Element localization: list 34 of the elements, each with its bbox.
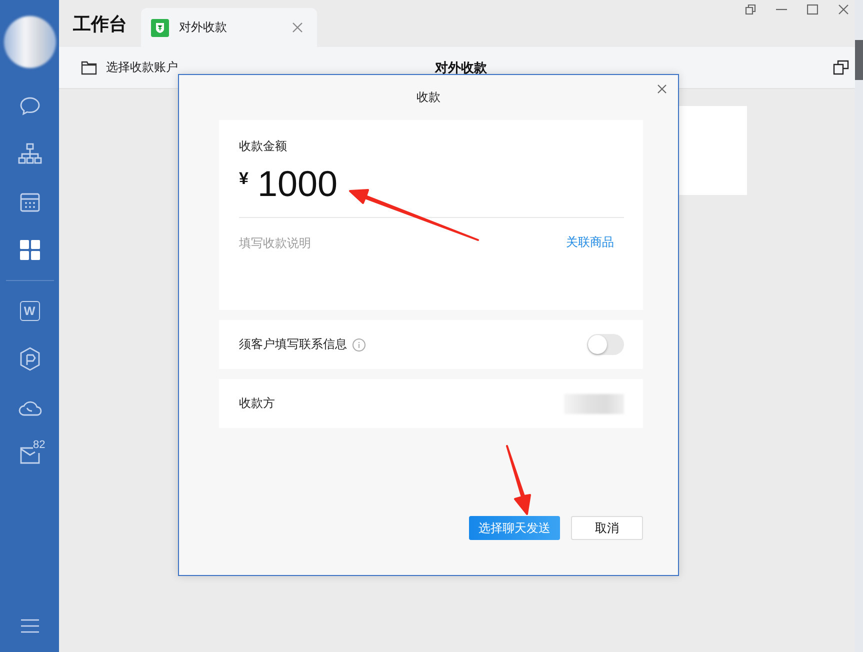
document-icon[interactable]: W [20,301,40,321]
hexagon-icon[interactable] [18,347,40,371]
cancel-button[interactable]: 取消 [571,516,643,540]
close-icon[interactable] [657,84,667,94]
chat-bubble-icon[interactable] [18,96,40,116]
toggle-switch[interactable] [587,334,624,355]
amount-label: 收款金额 [239,138,288,155]
payee-label: 收款方 [239,395,275,412]
dialog-title: 收款 [416,88,440,106]
amount-value[interactable]: 1000 [257,163,338,205]
avatar[interactable] [4,16,56,68]
annotation-arrow [506,445,531,515]
close-icon[interactable] [838,4,849,15]
restore-window-icon[interactable] [745,4,756,15]
redacted-value [564,394,624,414]
maximize-icon[interactable] [807,4,818,15]
unread-count: 82 [33,439,46,451]
app-grid-icon[interactable] [18,239,40,261]
tab[interactable]: 对外收款 [141,8,317,47]
calendar-icon[interactable] [18,191,40,213]
menu-icon[interactable] [20,619,38,633]
description-field[interactable]: 填写收款说明 [239,236,439,250]
close-icon[interactable] [292,22,303,33]
contact-info-label: 须客户填写联系信息 [239,336,347,353]
payment-icon [151,18,169,36]
workspace-title: 工作台 [72,12,128,36]
folder-icon [81,60,97,74]
select-account-button[interactable]: 选择收款账户 [81,59,178,76]
currency-symbol: ¥ [239,169,248,189]
popout-icon[interactable] [833,60,849,75]
link-products-link[interactable]: 关联商品 [566,234,614,251]
org-chart-icon[interactable] [18,143,42,165]
page-title: 对外收款 [435,58,487,76]
info-icon[interactable] [352,338,366,352]
